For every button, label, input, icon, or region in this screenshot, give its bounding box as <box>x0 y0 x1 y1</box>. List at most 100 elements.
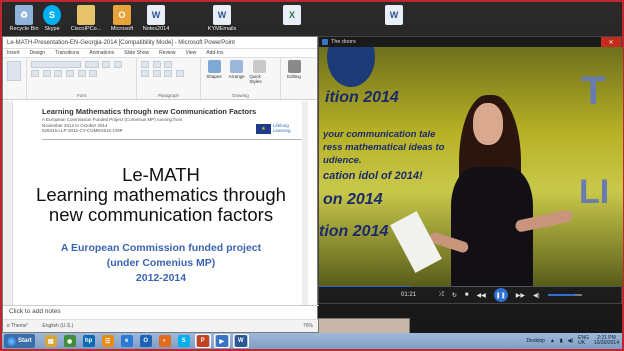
slide-vertical-scrollbar[interactable] <box>302 101 308 305</box>
align-left-button[interactable] <box>141 70 149 77</box>
media-player-titlebar[interactable]: The doors ✕ <box>319 37 621 47</box>
taskbar-app-button[interactable]: ▤ <box>43 334 59 348</box>
bullets-button[interactable] <box>141 61 149 68</box>
desktop-icon-word[interactable]: W <box>374 4 414 38</box>
quick-styles-icon <box>252 60 266 73</box>
banner-line: udience. <box>323 155 362 166</box>
taskbar-app-button[interactable]: ◐ <box>157 334 173 348</box>
underline-button[interactable] <box>54 70 63 77</box>
arrange-button[interactable]: Arrange <box>227 60 247 79</box>
taskbar-app-button[interactable]: ◉ <box>62 334 78 348</box>
taskbar-app-button[interactable]: hp <box>81 334 97 348</box>
video-frame[interactable]: T ition 2014 your communication tale res… <box>319 47 623 287</box>
italic-button[interactable] <box>42 70 51 77</box>
taskbar-app-button[interactable]: ▶ <box>213 334 230 348</box>
align-right-button[interactable] <box>164 70 173 77</box>
banner-logo <box>327 47 375 87</box>
slides-pane-collapsed[interactable] <box>3 101 13 305</box>
pause-button[interactable]: ❚❚ <box>493 288 508 302</box>
slide-title-line: Le-MATH <box>122 164 200 185</box>
grow-font-button[interactable] <box>102 61 111 68</box>
desktop-icon-label: Notes2014 <box>142 26 170 32</box>
word-doc-icon: W <box>385 5 403 25</box>
clock[interactable]: 2:21 PM 10/30/2014 <box>594 335 619 347</box>
volume-slider[interactable] <box>547 294 582 296</box>
tab-animations[interactable]: Animations <box>89 50 114 56</box>
tab-add-ins[interactable]: Add-Ins <box>206 50 223 56</box>
chrome-icon: ◉ <box>63 335 76 347</box>
tab-review[interactable]: Review <box>159 50 175 56</box>
shapes-button[interactable]: Shapes <box>204 60 224 79</box>
ribbon-group-font: Font <box>27 58 137 99</box>
desktop-icon-label: Skype <box>44 26 60 32</box>
font-color-button[interactable] <box>89 70 98 77</box>
bold-button[interactable] <box>31 70 39 77</box>
speaker-icon[interactable]: ◀) <box>568 338 574 344</box>
language-indicator[interactable]: ENG UK <box>578 336 589 346</box>
video-thumbnail-preview[interactable] <box>318 318 410 334</box>
volume-fill <box>547 294 575 296</box>
start-button[interactable]: Start <box>4 334 35 348</box>
learning-label: Learning <box>273 128 291 133</box>
desktop-icon-cisco[interactable]: CiscoIPCo... <box>66 4 106 38</box>
paste-button[interactable] <box>7 61 21 81</box>
desktop-toolbar[interactable]: Desktop <box>527 338 545 344</box>
taskbar-app-button[interactable]: O <box>138 334 154 348</box>
numbering-button[interactable] <box>152 61 161 68</box>
tab-view[interactable]: View <box>186 50 197 56</box>
previous-icon[interactable]: ◀◀ <box>476 292 485 299</box>
notes-pane[interactable]: Click to add notes <box>3 305 319 317</box>
tab-transitions[interactable]: Transitions <box>55 50 79 56</box>
tab-slide-show[interactable]: Slide Show <box>124 50 149 56</box>
zoom-level[interactable]: 76% <box>303 323 313 329</box>
banner-line: ition 2014 <box>325 89 399 106</box>
desktop-icon-notes2014[interactable]: W Notes2014 <box>136 4 176 38</box>
firefox-icon: ◐ <box>158 335 171 347</box>
editing-button[interactable]: Editing <box>284 60 304 79</box>
lifelong-learning-logo: Lifelong Learning <box>273 123 303 133</box>
banner-line: cation idol of 2014! <box>323 170 423 182</box>
shuffle-icon[interactable]: ⤮ <box>439 292 444 299</box>
internet-explorer-icon: e <box>120 335 133 347</box>
next-icon[interactable]: ▶▶ <box>516 292 525 299</box>
region-code: UK <box>578 340 586 346</box>
taskbar-app-button[interactable]: P <box>194 334 211 348</box>
taskbar-app-button[interactable]: W <box>232 334 249 348</box>
outlook-icon: O <box>139 335 152 347</box>
taskbar-app-button[interactable]: e <box>119 334 135 348</box>
speaker-face <box>473 103 503 145</box>
shrink-font-button[interactable] <box>114 61 123 68</box>
word-doc-icon: W <box>213 5 231 25</box>
media-player-icon <box>322 39 328 45</box>
desktop-icon-label: CiscoIPCo... <box>70 26 102 32</box>
indent-button[interactable] <box>164 61 173 68</box>
align-center-button[interactable] <box>152 70 161 77</box>
ppt-status-bar: e Theme" English (U.S.) 76% <box>3 319 319 332</box>
tab-design[interactable]: Design <box>30 50 46 56</box>
tray-chevron-icon[interactable]: ▲ <box>550 338 555 344</box>
strikethrough-button[interactable] <box>77 70 86 77</box>
font-name-dropdown[interactable] <box>31 61 81 68</box>
justify-button[interactable] <box>176 70 185 77</box>
slide-header-subtitle: A European Commission Funded Project (Co… <box>42 117 232 134</box>
stop-icon[interactable]: ■ <box>465 292 469 298</box>
taskbar-app-button[interactable]: ☰ <box>100 334 116 348</box>
close-button[interactable]: ✕ <box>601 37 621 47</box>
quick-styles-button[interactable]: Quick Styles <box>249 60 269 84</box>
volume-icon[interactable]: ◀) <box>533 292 540 299</box>
ppt-ribbon-tabs: Insert Design Transitions Animations Sli… <box>3 49 317 58</box>
shadow-button[interactable] <box>66 70 75 77</box>
network-icon[interactable]: ▮ <box>560 338 563 344</box>
slide-header-title: Learning Mathematics through new Communi… <box>42 107 257 116</box>
slide-header-sub-line: 526315-LLP-2012-CY-COMENIUS-CMP <box>42 128 123 133</box>
status-language[interactable]: English (U.S.) <box>42 323 73 329</box>
font-size-dropdown[interactable] <box>84 61 99 68</box>
slide-canvas[interactable]: Learning Mathematics through new Communi… <box>14 101 308 305</box>
tab-insert[interactable]: Insert <box>7 50 20 56</box>
hp-icon: hp <box>82 335 95 347</box>
repeat-icon[interactable]: ↻ <box>452 292 457 299</box>
taskbar-app-button[interactable]: S <box>176 334 192 348</box>
desktop-icon-excel[interactable]: X <box>272 4 312 38</box>
ppt-titlebar[interactable]: Le-MATH-Presentation-EN-Georgia-2014 [Co… <box>3 37 317 49</box>
desktop-icon-kymemails[interactable]: W KYMEmails <box>202 4 242 38</box>
